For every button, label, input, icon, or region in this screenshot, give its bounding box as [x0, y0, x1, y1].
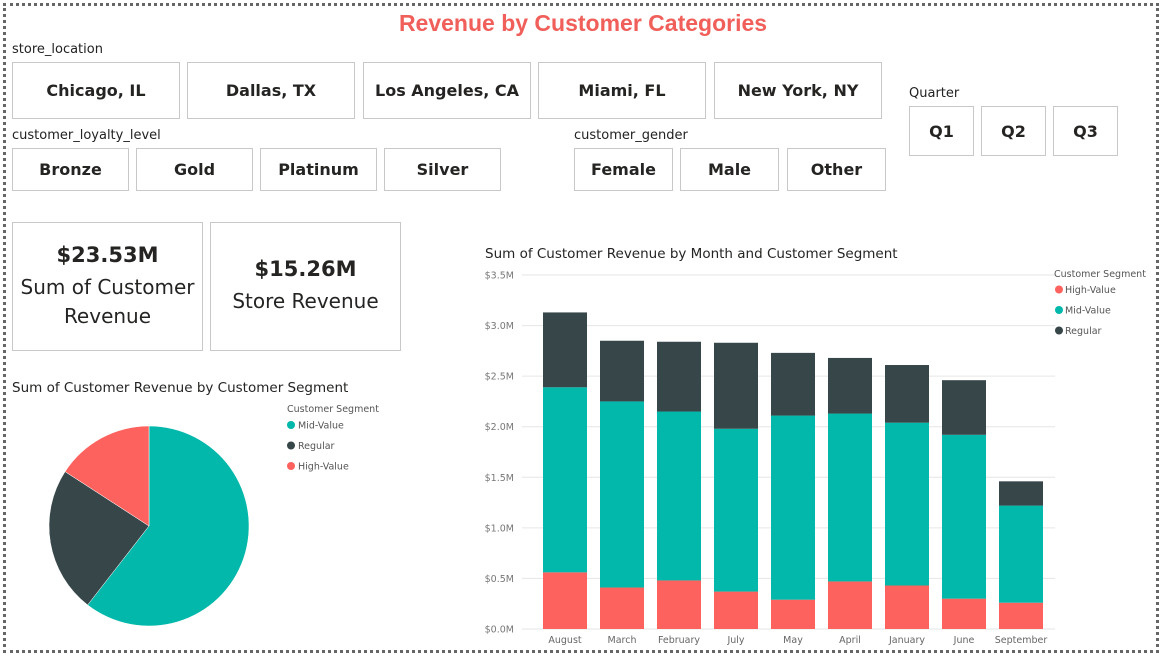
- loyalty-bronze-button[interactable]: Bronze: [12, 148, 129, 191]
- report-title: Revenue by Customer Categories: [398, 10, 768, 36]
- bar-legend-marker-high-value: [1055, 285, 1063, 294]
- bar-high-value-march[interactable]: [600, 587, 644, 629]
- x-tick-label-march: March: [608, 635, 637, 646]
- bar-high-value-august[interactable]: [543, 572, 587, 629]
- store-location-chicago-button[interactable]: Chicago, IL: [12, 62, 180, 119]
- gender-female-button[interactable]: Female: [574, 148, 673, 191]
- bar-mid-value-january[interactable]: [885, 422, 929, 586]
- customer-revenue-card: $23.53M Sum of Customer Revenue: [12, 222, 203, 351]
- quarter-q3-button[interactable]: Q3: [1053, 106, 1118, 156]
- customer-revenue-label-line2: Revenue: [63, 303, 152, 328]
- bar-mid-value-march[interactable]: [600, 401, 644, 588]
- store-location-miami-button[interactable]: Miami, FL: [538, 62, 706, 119]
- bar-mid-value-may[interactable]: [771, 415, 815, 600]
- loyalty-platinum-button[interactable]: Platinum: [260, 148, 377, 191]
- pie-legend-marker-high-value: [287, 462, 295, 470]
- y-tick-label: $0.5M: [485, 574, 514, 585]
- y-tick-label: $3.5M: [485, 271, 514, 282]
- loyalty-slicer-label: customer_loyalty_level: [12, 128, 161, 143]
- bar-high-value-september[interactable]: [999, 602, 1043, 629]
- loyalty-gold-button[interactable]: Gold: [136, 148, 253, 191]
- customer-revenue-label-line1: Sum of Customer: [20, 274, 195, 299]
- gender-slicer-label: customer_gender: [574, 128, 688, 143]
- bar-mid-value-april[interactable]: [828, 413, 872, 582]
- x-tick-label-september: September: [995, 635, 1048, 646]
- bar-legend-label-high-value: High-Value: [1065, 285, 1116, 296]
- bar-mid-value-july[interactable]: [714, 428, 758, 592]
- store-location-new-york-button[interactable]: New York, NY: [714, 62, 882, 119]
- pie-legend-label-regular: Regular: [298, 441, 335, 452]
- store-location-slicer-label: store_location: [12, 42, 103, 57]
- bar-legend-title: Customer Segment: [1054, 269, 1146, 280]
- bar-regular-september[interactable]: [999, 481, 1043, 506]
- bar-high-value-april[interactable]: [828, 581, 872, 629]
- quarter-q2-button[interactable]: Q2: [981, 106, 1046, 156]
- pie-legend-label-high-value: High-Value: [298, 462, 349, 473]
- bar-regular-january[interactable]: [885, 365, 929, 423]
- bar-high-value-may[interactable]: [771, 599, 815, 629]
- y-tick-label: $1.0M: [485, 523, 514, 534]
- segment-pie-chart: Customer Segment Mid-Value Regular High-Va…: [48, 404, 379, 627]
- bar-regular-august[interactable]: [543, 312, 587, 388]
- x-tick-label-may: May: [783, 635, 803, 646]
- y-tick-label: $3.0M: [485, 321, 514, 332]
- customer-revenue-value: $23.53M: [56, 242, 159, 267]
- bar-high-value-june[interactable]: [942, 598, 986, 629]
- x-tick-label-january: January: [888, 635, 925, 646]
- pie-legend-label-mid-value: Mid-Value: [298, 421, 344, 432]
- bar-mid-value-february[interactable]: [657, 411, 701, 581]
- gender-other-button[interactable]: Other: [787, 148, 886, 191]
- gender-male-button[interactable]: Male: [680, 148, 779, 191]
- bar-chart-title: Sum of Customer Revenue by Month and Cus…: [485, 246, 898, 262]
- bar-legend-marker-mid-value: [1055, 306, 1063, 314]
- bar-legend-marker-regular: [1055, 326, 1063, 335]
- quarter-slicer-label: Quarter: [909, 86, 960, 101]
- x-tick-label-february: February: [658, 635, 700, 646]
- bar-high-value-february[interactable]: [657, 580, 701, 629]
- bar-legend-label-regular: Regular: [1065, 326, 1102, 337]
- bar-mid-value-june[interactable]: [942, 434, 986, 599]
- store-revenue-value: $15.26M: [254, 257, 357, 281]
- pie-chart-title: Sum of Customer Revenue by Customer Segm…: [12, 380, 349, 396]
- loyalty-silver-button[interactable]: Silver: [384, 148, 501, 191]
- bar-mid-value-august[interactable]: [543, 387, 587, 573]
- y-tick-label: $2.0M: [485, 422, 514, 433]
- x-tick-label-april: April: [839, 635, 861, 646]
- quarter-q1-button[interactable]: Q1: [909, 106, 974, 156]
- x-tick-label-july: July: [726, 635, 744, 646]
- pie-legend-marker-regular: [287, 441, 295, 450]
- bar-high-value-july[interactable]: [714, 591, 758, 629]
- bar-regular-june[interactable]: [942, 380, 986, 435]
- bar-regular-february[interactable]: [657, 341, 701, 412]
- bar-regular-may[interactable]: [771, 352, 815, 416]
- x-tick-label-august: August: [548, 635, 582, 646]
- pie-legend-title: Customer Segment: [287, 404, 379, 415]
- bar-regular-april[interactable]: [828, 357, 872, 414]
- y-tick-label: $2.5M: [485, 372, 514, 383]
- bar-regular-july[interactable]: [714, 342, 758, 429]
- bar-regular-march[interactable]: [600, 340, 644, 402]
- store-revenue-label: Store Revenue: [232, 289, 379, 313]
- y-tick-label: $0.0M: [485, 625, 514, 636]
- store-revenue-card: $15.26M Store Revenue: [210, 222, 401, 351]
- monthly-segment-bar-chart: $0.0M $0.5M $1.0M $1.5M $2.0M $2.5M $3.0M $3.5M…: [485, 269, 1147, 646]
- y-tick-label: $1.5M: [485, 473, 514, 484]
- store-location-los-angeles-button[interactable]: Los Angeles, CA: [363, 62, 531, 119]
- pie-legend-marker-mid-value: [287, 421, 295, 429]
- x-tick-label-june: June: [953, 635, 975, 646]
- store-location-dallas-button[interactable]: Dallas, TX: [187, 62, 355, 119]
- bar-legend-label-mid-value: Mid-Value: [1065, 306, 1111, 317]
- bar-high-value-january[interactable]: [885, 585, 929, 629]
- bar-mid-value-september[interactable]: [999, 505, 1043, 603]
